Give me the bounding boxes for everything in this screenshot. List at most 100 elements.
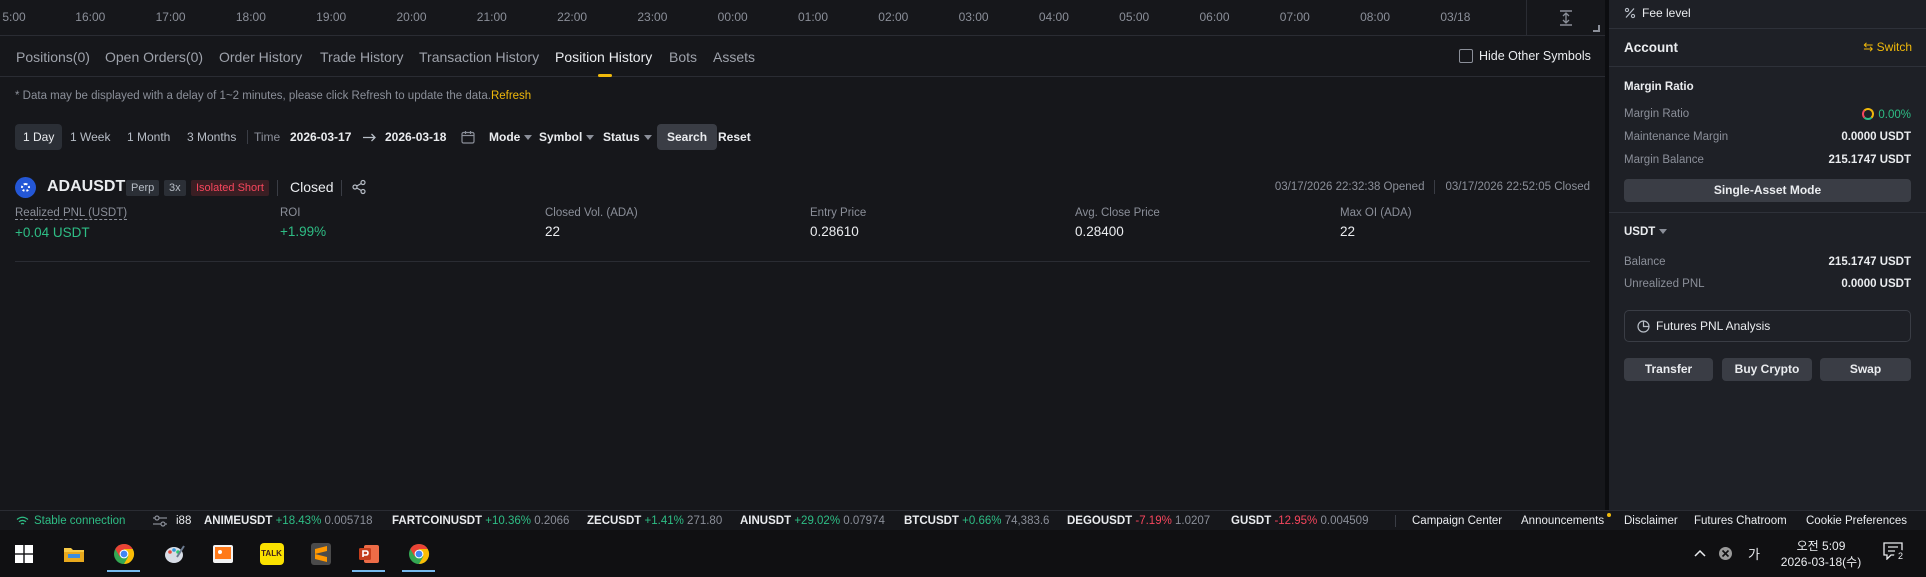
date-from-input[interactable]: 2026-03-17: [290, 124, 351, 150]
ticker-settings-icon[interactable]: [153, 515, 167, 527]
tab-order-history[interactable]: Order History: [219, 49, 302, 65]
metric-label: Entry Price: [810, 207, 867, 219]
disclaimer-link[interactable]: Disclaimer: [1624, 515, 1678, 527]
time-axis-tick: 07:00: [1279, 10, 1310, 24]
range-3-months[interactable]: 3 Months: [179, 124, 244, 150]
currency-dropdown[interactable]: USDT: [1624, 226, 1668, 238]
status-dropdown[interactable]: Status: [603, 124, 652, 150]
row-divider: [15, 261, 1590, 262]
tab-trade-history[interactable]: Trade History: [320, 49, 404, 65]
ticker-item[interactable]: BTCUSDT +0.66% 74,383.6: [904, 515, 1049, 527]
hide-other-symbols-toggle[interactable]: Hide Other Symbols: [1459, 49, 1591, 63]
mode-dropdown[interactable]: Mode: [489, 124, 533, 150]
time-axis-tick: 03:00: [958, 10, 989, 24]
taskbar-sublime-text[interactable]: [302, 535, 339, 572]
closed-time: 03/17/2026 22:52:05 Closed: [1445, 181, 1590, 193]
ticker-item[interactable]: FARTCOINUSDT +10.36% 0.2066: [392, 515, 569, 527]
taskbar-kakaotalk[interactable]: TALK: [253, 535, 290, 572]
campaign-center-link[interactable]: Campaign Center: [1412, 515, 1502, 527]
folder-icon: [63, 547, 84, 562]
time-axis-tick: 00:00: [717, 10, 748, 24]
pnl-analysis-label: Futures PNL Analysis: [1656, 319, 1771, 333]
switch-account-button[interactable]: ⇆ Switch: [1863, 40, 1912, 54]
status-label: Status: [603, 130, 640, 144]
tray-blocked-icon[interactable]: [1718, 546, 1733, 561]
cookie-preferences-link[interactable]: Cookie Preferences: [1806, 515, 1907, 527]
tab-position-history[interactable]: Position History: [555, 49, 652, 65]
buy-crypto-button[interactable]: Buy Crypto: [1722, 358, 1812, 381]
connection-status: Stable connection: [16, 515, 125, 527]
metric-value: +1.99%: [280, 224, 327, 239]
ticker-item[interactable]: DEGOUSDT -7.19% 1.0207: [1067, 515, 1210, 527]
taskbar-file-explorer[interactable]: [55, 535, 92, 572]
announcements-link[interactable]: Announcements: [1521, 515, 1604, 527]
chevron-up-icon[interactable]: [1694, 549, 1706, 557]
hide-other-symbols-checkbox[interactable]: [1459, 49, 1473, 63]
position-history-panel: Positions(0) Open Orders(0) Order Histor…: [0, 37, 1605, 510]
divider: [1609, 28, 1926, 29]
data-delay-notice: * Data may be displayed with a delay of …: [15, 90, 531, 102]
taskbar-paint[interactable]: [155, 535, 192, 572]
taskbar-photos[interactable]: [204, 535, 241, 572]
time-axis-tick: 06:00: [1199, 10, 1230, 24]
taskbar-chrome[interactable]: [105, 535, 142, 572]
position-pair[interactable]: ADAUSDT: [47, 178, 125, 196]
tab-assets[interactable]: Assets: [713, 49, 755, 65]
ada-coin-icon: [15, 177, 36, 198]
paint-palette-icon: [164, 544, 185, 563]
metric-realized-pnl: Realized PNL (USDT) +0.04 USDT: [15, 207, 128, 240]
fee-level-link[interactable]: Fee level: [1624, 6, 1691, 20]
futures-pnl-analysis-button[interactable]: Futures PNL Analysis: [1624, 310, 1911, 342]
chevron-down-icon: [643, 135, 652, 141]
photos-icon: [212, 544, 233, 563]
status-divider: [1395, 515, 1396, 527]
chevron-down-icon: [1659, 229, 1668, 235]
connection-label: Stable connection: [34, 515, 126, 527]
tab-bots[interactable]: Bots: [669, 49, 697, 65]
ticker-item[interactable]: AINUSDT +29.02% 0.07974: [740, 515, 885, 527]
swap-button[interactable]: Swap: [1820, 358, 1911, 381]
metric-label: Avg. Close Price: [1075, 207, 1160, 219]
calendar-icon[interactable]: [461, 130, 475, 144]
resize-corner-icon[interactable]: [1593, 25, 1600, 32]
reset-button[interactable]: Reset: [718, 124, 751, 150]
futures-chatroom-link[interactable]: Futures Chatroom: [1694, 515, 1787, 527]
sublime-text-icon: [310, 542, 331, 565]
leverage-badge: 3x: [164, 180, 186, 196]
pie-chart-icon: [1637, 319, 1650, 333]
symbol-dropdown[interactable]: Symbol: [539, 124, 595, 150]
expand-chart-button[interactable]: [1526, 0, 1604, 36]
opened-time: 03/17/2026 22:32:38 Opened: [1274, 181, 1425, 193]
time-axis-tick: 21:00: [476, 10, 507, 24]
ime-indicator[interactable]: 가: [1748, 544, 1760, 563]
taskbar-clock[interactable]: 오전 5:09 2026-03-18(수): [1776, 538, 1866, 570]
tab-positions[interactable]: Positions(0): [16, 49, 90, 65]
active-tab-indicator: [598, 74, 612, 77]
symbol-label: Symbol: [539, 130, 583, 144]
taskbar-powerpoint[interactable]: [350, 535, 387, 572]
range-1-month[interactable]: 1 Month: [119, 124, 178, 150]
notification-center-button[interactable]: 2: [1883, 542, 1909, 566]
search-button[interactable]: Search: [657, 124, 718, 150]
single-asset-mode-button[interactable]: Single-Asset Mode: [1624, 179, 1911, 202]
ticker-item[interactable]: GUSDT -12.95% 0.004509: [1231, 515, 1368, 527]
margin-balance-row: Margin Balance 215.1747 USDT: [1624, 154, 1911, 170]
range-1-day[interactable]: 1 Day: [15, 124, 63, 150]
refresh-link[interactable]: Refresh: [491, 90, 531, 102]
ticker-item[interactable]: ANIMEUSDT +18.43% 0.005718: [204, 515, 372, 527]
transfer-button[interactable]: Transfer: [1624, 358, 1713, 381]
tab-transaction-history[interactable]: Transaction History: [419, 49, 539, 65]
tab-open-orders[interactable]: Open Orders(0): [105, 49, 203, 65]
taskbar-chrome-2[interactable]: [400, 535, 437, 572]
margin-balance-value: 215.1747 USDT: [1828, 154, 1911, 166]
ticker-item[interactable]: ZECUSDT +1.41% 271.80: [587, 515, 722, 527]
share-icon[interactable]: [351, 179, 367, 195]
metric-label[interactable]: Realized PNL (USDT): [15, 207, 128, 220]
chrome-icon: [113, 543, 134, 564]
clock-time: 오전 5:09: [1796, 539, 1846, 553]
fee-level-label: Fee level: [1642, 6, 1691, 20]
account-title: Account: [1624, 40, 1678, 55]
range-1-week[interactable]: 1 Week: [62, 124, 118, 150]
date-to-input[interactable]: 2026-03-18: [385, 124, 446, 150]
windows-start-button[interactable]: [5, 535, 42, 572]
